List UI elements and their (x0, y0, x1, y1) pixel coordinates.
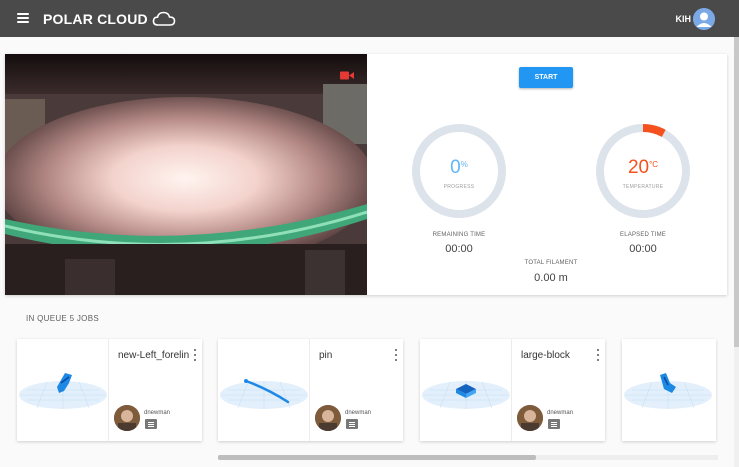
more-vert-icon[interactable] (193, 349, 197, 361)
app-root: POLAR CLOUD KIH START 0% PROGRESS 20°C T… (0, 0, 739, 467)
job-user-avatar (517, 405, 543, 431)
job-thumbnail[interactable] (218, 339, 310, 441)
user-avatar[interactable] (693, 8, 715, 30)
printer-status-card: START 0% PROGRESS 20°C TEMPERATURE REMAI… (5, 54, 727, 295)
queue-title: IN QUEUE 5 JOBS (26, 314, 99, 323)
temperature-unit: °C (649, 160, 659, 169)
build-plate-preview (19, 373, 107, 409)
queue-job-card[interactable]: pin dnewman (218, 339, 403, 441)
comment-icon[interactable] (145, 419, 157, 429)
job-name[interactable]: large-block (521, 350, 595, 361)
more-vert-icon[interactable] (394, 349, 398, 361)
user-photo (315, 405, 341, 431)
progress-value: 0% (410, 158, 508, 178)
webcam-feed[interactable] (5, 54, 367, 295)
job-name[interactable]: pin (319, 350, 393, 361)
queue-job-card[interactable]: large-block dnewman (420, 339, 605, 441)
remaining-time-value: 00:00 (445, 243, 473, 255)
temperature-label: TEMPERATURE (622, 184, 664, 190)
temperature-number: 20 (627, 157, 650, 178)
start-print-button[interactable]: START (519, 67, 573, 88)
user-photo (517, 405, 543, 431)
top-app-bar: POLAR CLOUD KIH (0, 0, 739, 37)
queue-job-card[interactable] (622, 339, 716, 441)
brand-name: POLAR CLOUD (43, 11, 148, 27)
build-plate-preview (624, 373, 712, 409)
job-user-avatar (114, 405, 140, 431)
record-video-icon[interactable] (340, 71, 354, 80)
queue-scrollbar-thumb[interactable] (218, 455, 536, 460)
remaining-time-label: REMAINING TIME (432, 232, 486, 238)
elapsed-time-label: ELAPSED TIME (620, 232, 666, 238)
elapsed-time-value: 00:00 (629, 243, 657, 255)
progress-gauge: 0% PROGRESS (410, 122, 508, 220)
webcam-image (5, 54, 367, 295)
job-user-name: dnewman (144, 410, 171, 416)
job-thumbnail[interactable] (17, 339, 109, 441)
job-thumbnail[interactable] (420, 339, 512, 441)
queue-job-card[interactable]: new-Left_forelin dnewman (17, 339, 202, 441)
more-vert-icon[interactable] (596, 349, 600, 361)
progress-unit: % (460, 160, 468, 169)
comment-icon[interactable] (346, 419, 358, 429)
build-plate-preview (422, 381, 510, 409)
brand-logo[interactable]: POLAR CLOUD (43, 10, 176, 28)
user-avatar-icon (693, 8, 715, 30)
temperature-value: 20°C (594, 158, 692, 178)
comment-icon[interactable] (548, 419, 560, 429)
user-initials[interactable]: KIH (676, 14, 692, 24)
temperature-gauge: 20°C TEMPERATURE (594, 122, 692, 220)
hamburger-icon[interactable] (17, 13, 29, 23)
cloud-icon (152, 11, 176, 26)
job-user-avatar (315, 405, 341, 431)
job-user-name: dnewman (547, 410, 574, 416)
job-thumbnail[interactable] (622, 339, 716, 441)
build-plate-preview (220, 379, 308, 409)
user-photo (114, 405, 140, 431)
progress-label: PROGRESS (443, 184, 475, 190)
total-filament-label: TOTAL FILAMENT (524, 260, 578, 266)
job-user-name: dnewman (345, 410, 372, 416)
page-scrollbar-thumb[interactable] (734, 37, 739, 347)
job-name[interactable]: new-Left_forelin (118, 350, 192, 361)
progress-number: 0 (450, 157, 461, 178)
total-filament-value: 0.00 m (534, 272, 568, 284)
